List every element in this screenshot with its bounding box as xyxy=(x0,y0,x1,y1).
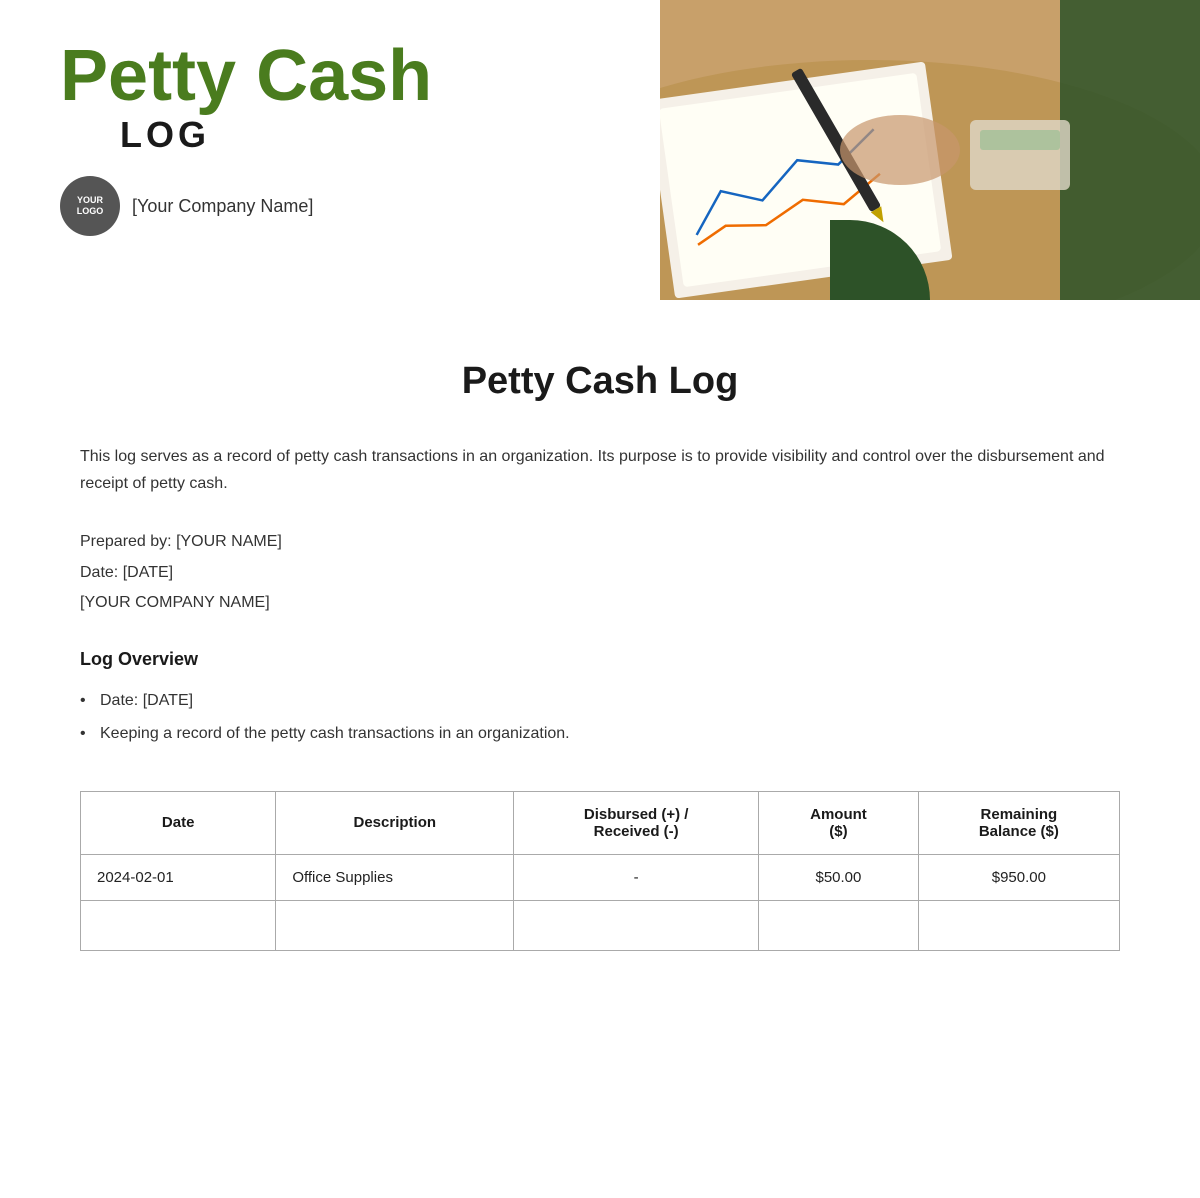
page-header: Petty Cash LOG YOURLOGO [Your Company Na… xyxy=(0,0,1200,300)
prepared-by-value: [YOUR NAME] xyxy=(176,533,282,550)
table-row: 2024-02-01 Office Supplies - $50.00 $950… xyxy=(81,854,1120,900)
bullet-item-2: Keeping a record of the petty cash trans… xyxy=(80,717,1120,751)
prepared-by-line: Prepared by: [YOUR NAME] xyxy=(80,527,1120,557)
cell-date-1: 2024-02-01 xyxy=(81,854,276,900)
col-header-disbursed: Disbursed (+) /Received (-) xyxy=(514,791,759,854)
cell-description-2 xyxy=(276,900,514,950)
col-header-description: Description xyxy=(276,791,514,854)
header-title-log: LOG xyxy=(120,114,610,156)
date-line: Date: [DATE] xyxy=(80,558,1120,588)
description-paragraph: This log serves as a record of petty cas… xyxy=(80,443,1120,497)
meta-info-block: Prepared by: [YOUR NAME] Date: [DATE] [Y… xyxy=(80,527,1120,618)
bullet-item-1: Date: [DATE] xyxy=(80,684,1120,718)
cell-balance-2 xyxy=(918,900,1119,950)
table-row-empty xyxy=(81,900,1120,950)
log-overview-heading: Log Overview xyxy=(80,649,1120,670)
header-left-panel: Petty Cash LOG YOURLOGO [Your Company Na… xyxy=(0,0,660,300)
cell-amount-1: $50.00 xyxy=(759,854,919,900)
cell-balance-1: $950.00 xyxy=(918,854,1119,900)
cell-disbursed-2 xyxy=(514,900,759,950)
overview-bullet-list: Date: [DATE] Keeping a record of the pet… xyxy=(80,684,1120,751)
date-label: Date: xyxy=(80,564,118,581)
table-header-row: Date Description Disbursed (+) /Received… xyxy=(81,791,1120,854)
date-value: [DATE] xyxy=(123,564,173,581)
cell-date-2 xyxy=(81,900,276,950)
cell-description-1: Office Supplies xyxy=(276,854,514,900)
logo-circle: YOURLOGO xyxy=(60,176,120,236)
prepared-by-label: Prepared by: xyxy=(80,533,172,550)
company-name-line: [YOUR COMPANY NAME] xyxy=(80,588,1120,618)
logo-text: YOURLOGO xyxy=(77,195,104,217)
company-row: YOURLOGO [Your Company Name] xyxy=(60,176,610,236)
col-header-amount: Amount($) xyxy=(759,791,919,854)
cell-disbursed-1: - xyxy=(514,854,759,900)
header-title-petty: Petty Cash xyxy=(60,40,610,112)
company-name: [Your Company Name] xyxy=(132,196,313,217)
main-content: Petty Cash Log This log serves as a reco… xyxy=(0,300,1200,991)
petty-cash-table: Date Description Disbursed (+) /Received… xyxy=(80,791,1120,951)
document-title: Petty Cash Log xyxy=(80,360,1120,403)
col-header-date: Date xyxy=(81,791,276,854)
col-header-balance: RemainingBalance ($) xyxy=(918,791,1119,854)
cell-amount-2 xyxy=(759,900,919,950)
